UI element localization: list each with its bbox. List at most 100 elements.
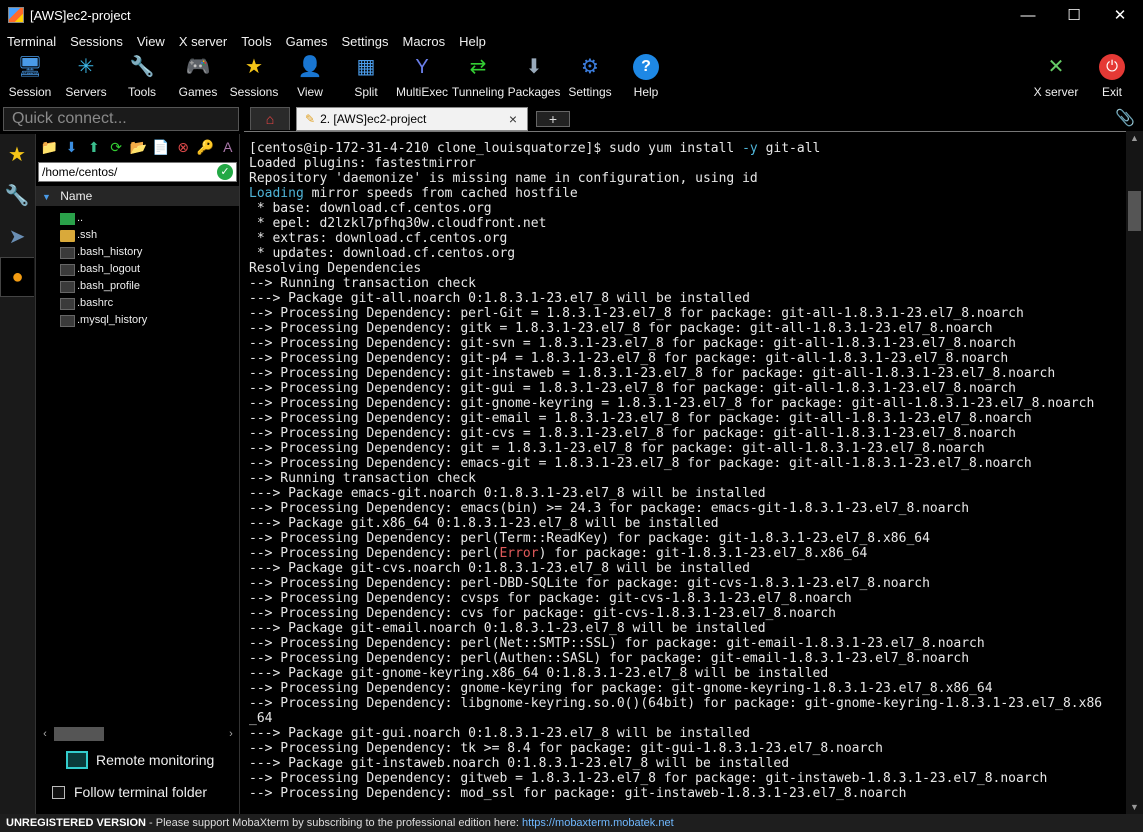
follow-folder-toggle[interactable]: Follow terminal folder [52,782,207,802]
session-tab[interactable]: ✎ 2. [AWS]ec2-project × [296,107,528,131]
packages-label: Packages [507,85,561,99]
menu-tools[interactable]: Tools [234,34,278,49]
sessions-button[interactable]: ★ Sessions [226,52,282,102]
servers-button[interactable]: ✳ Servers [58,52,114,102]
help-button[interactable]: ? Help [618,52,674,102]
parent-folder-icon[interactable]: 📁 [38,136,60,158]
font-icon[interactable]: A [217,136,239,158]
new-folder-icon[interactable]: 📂 [127,136,149,158]
terminal-line: [centos@ip-172-31-4-210 clone_louisquato… [249,141,821,156]
menu-terminal[interactable]: Terminal [0,34,63,49]
scroll-up-icon[interactable]: ▲ [1126,131,1143,145]
file-row-bashrc[interactable]: .bashrc [60,295,239,312]
file-row-bash-profile[interactable]: .bash_profile [60,278,239,295]
terminal-line: --> Processing Dependency: git-p4 = 1.8.… [249,351,1009,366]
close-button[interactable]: ✕ [1097,0,1143,30]
sessions-vtab[interactable]: ★ [0,134,34,174]
split-button[interactable]: ▦ Split [338,52,394,102]
mobatek-link[interactable]: https://mobaxterm.mobatek.net [522,817,674,829]
hscroll-thumb[interactable] [54,727,104,741]
terminal-line: * base: download.cf.centos.org [249,201,492,216]
file-row-parent[interactable]: .. [60,210,239,227]
sftp-vtab[interactable]: ● [0,257,34,297]
path-field[interactable]: /home/centos/ ✓ [38,162,237,182]
download-icon[interactable]: ⬇ [60,136,82,158]
tunneling-label: Tunneling [451,85,505,99]
settings-button[interactable]: ⚙ Settings [562,52,618,102]
terminal-line: Loaded plugins: fastestmirror [249,156,476,171]
file-list-hscrollbar[interactable]: ‹ › [38,726,238,742]
file-row-bash-logout[interactable]: .bash_logout [60,261,239,278]
menu-macros[interactable]: Macros [395,34,452,49]
user-monitor-icon: 👤 [297,56,323,78]
file-name: .bash_history [77,246,143,258]
tools-vtab[interactable]: 🔧 [0,175,34,215]
file-name: .bash_profile [77,280,140,292]
terminal-line: --> Processing Dependency: git-cvs = 1.8… [249,426,1017,441]
refresh-icon[interactable]: ⟳ [105,136,127,158]
file-icon [60,314,75,327]
scroll-down-icon[interactable]: ▼ [1126,800,1143,814]
scroll-right-icon[interactable]: › [224,728,238,740]
file-row-mysql-history[interactable]: .mysql_history [60,312,239,329]
menu-view[interactable]: View [130,34,172,49]
macros-vtab[interactable]: ➤ [0,216,34,256]
menu-xserver[interactable]: X server [172,34,234,49]
terminal-line: --> Processing Dependency: tk >= 8.4 for… [249,741,883,756]
multiexec-button[interactable]: Y MultiExec [394,52,450,102]
xserver-label: X server [1033,85,1079,99]
file-row-bash-history[interactable]: .bash_history [60,244,239,261]
follow-folder-checkbox[interactable] [52,785,65,799]
tools-label: Tools [127,85,156,99]
file-icon [60,297,75,310]
terminal-line: --> Processing Dependency: gitk = 1.8.3.… [249,321,993,336]
home-tab[interactable]: ⌂ [250,107,290,130]
file-row-ssh[interactable]: .ssh [60,227,239,244]
upload-icon[interactable]: ⬆ [83,136,105,158]
window-title: [AWS]ec2-project [30,7,131,23]
delete-icon[interactable]: ⊗ [172,136,194,158]
games-button[interactable]: 🎮 Games [170,52,226,102]
scroll-left-icon[interactable]: ‹ [38,728,52,740]
monitor-icon: 🖥 [17,56,43,78]
tools-button[interactable]: 🔧 Tools [114,52,170,102]
file-name: .mysql_history [77,314,148,326]
terminal-line: --> Processing Dependency: gnome-keyring… [249,681,993,696]
terminal-line: _64 [249,711,273,726]
key-icon[interactable]: 🔑 [194,136,216,158]
maximize-button[interactable]: ☐ [1051,0,1097,30]
paperclip-icon[interactable]: 📎 [1115,108,1135,128]
tunneling-button[interactable]: ⇄ Tunneling [450,52,506,102]
packages-button[interactable]: ⬇ Packages [506,52,562,102]
xserver-button[interactable]: ✕ X server [1028,52,1084,102]
new-file-icon[interactable]: 📄 [150,136,172,158]
scroll-thumb[interactable] [1128,191,1141,231]
tools-icon: 🔧 [129,56,155,78]
menu-bar: Terminal Sessions View X server Tools Ga… [0,30,1143,52]
terminal-line: --> Running transaction check [249,471,476,486]
new-tab-button[interactable]: + [536,111,570,127]
menu-games[interactable]: Games [279,34,335,49]
terminal-line: * epel: d2lzkl7pfhq30w.cloudfront.net [249,216,547,231]
view-button[interactable]: 👤 View [282,52,338,102]
terminal-line: --> Processing Dependency: cvsps for pac… [249,591,852,606]
exit-button[interactable]: ⏻ Exit [1084,52,1140,102]
terminal-output[interactable]: [centos@ip-172-31-4-210 clone_louisquato… [244,131,1126,814]
file-column-header[interactable]: ▼ Name [36,186,239,206]
session-button[interactable]: 🖥 Session [2,52,58,102]
menu-settings[interactable]: Settings [335,34,396,49]
menu-help[interactable]: Help [452,34,493,49]
split-label: Split [354,85,378,99]
terminal-line: --> Processing Dependency: git-gnome-key… [249,396,1095,411]
hscroll-track[interactable] [52,727,224,741]
check-icon[interactable]: ✓ [217,164,233,180]
quick-connect-input[interactable]: Quick connect... [3,107,239,131]
terminal-line: --> Processing Dependency: gitweb = 1.8.… [249,771,1048,786]
terminal-scrollbar[interactable]: ▲ ▼ [1126,131,1143,814]
minimize-button[interactable]: — [1005,0,1051,30]
tab-close-icon[interactable]: × [509,111,517,127]
remote-monitoring-button[interactable]: Remote monitoring [66,748,214,772]
status-bar: UNREGISTERED VERSION - Please support Mo… [0,814,1143,832]
menu-sessions[interactable]: Sessions [63,34,130,49]
terminal-line: --> Processing Dependency: perl(Authen::… [249,651,970,666]
